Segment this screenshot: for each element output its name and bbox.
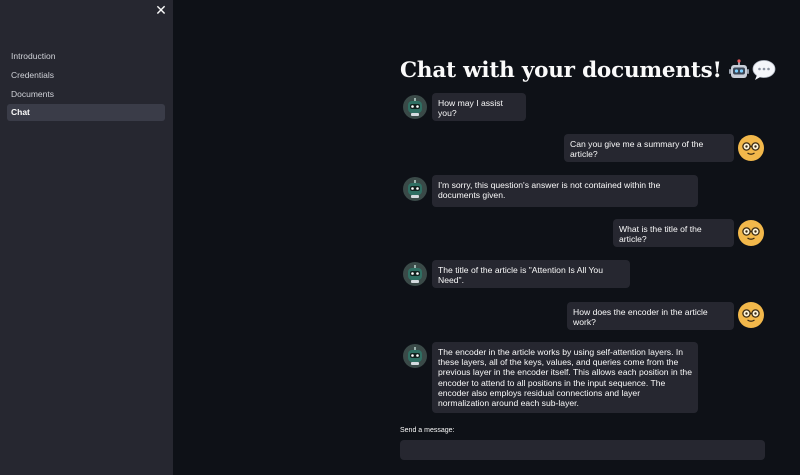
chat-message-text: Can you give me a summary of the article… bbox=[570, 139, 704, 160]
chat-input-label: Send a message: bbox=[400, 427, 455, 434]
chat-message-text: What is the title of the article? bbox=[619, 224, 702, 245]
chat-bubble: How does the encoder in the article work… bbox=[567, 302, 734, 330]
speech-bubble-icon bbox=[752, 60, 776, 80]
sidebar-item-credentials[interactable]: Credentials bbox=[7, 67, 165, 84]
main-content: Chat with your documents! How may I assi… bbox=[173, 0, 800, 475]
sidebar-nav: Introduction Credentials Documents Chat bbox=[7, 48, 165, 123]
chat-bubble: Can you give me a summary of the article… bbox=[564, 134, 734, 162]
robot-icon bbox=[728, 59, 749, 78]
sidebar-item-documents[interactable]: Documents bbox=[7, 86, 165, 103]
chat-message-text: How may I assist you? bbox=[438, 98, 503, 119]
user-avatar-icon bbox=[738, 135, 764, 161]
user-avatar-icon bbox=[738, 302, 764, 328]
chat-bubble: I'm sorry, this question's answer is not… bbox=[432, 175, 698, 207]
bot-avatar-icon bbox=[403, 177, 427, 201]
bot-avatar-icon bbox=[403, 344, 427, 368]
page-title: Chat with your documents! bbox=[400, 57, 722, 83]
chat-message-text: I'm sorry, this question's answer is not… bbox=[438, 180, 661, 201]
bot-avatar-icon bbox=[403, 262, 427, 286]
chat-message-text: The title of the article is "Attention I… bbox=[438, 265, 603, 286]
chat-input[interactable] bbox=[400, 440, 765, 460]
chat-message-text: The encoder in the article works by usin… bbox=[438, 347, 692, 409]
page-header: Chat with your documents! bbox=[400, 54, 776, 86]
chat-bubble: The title of the article is "Attention I… bbox=[432, 260, 630, 288]
title-emoji bbox=[728, 59, 776, 81]
chat-bubble: How may I assist you? bbox=[432, 93, 526, 121]
sidebar-item-introduction[interactable]: Introduction bbox=[7, 48, 165, 65]
chat-bubble: The encoder in the article works by usin… bbox=[432, 342, 698, 413]
bot-avatar-icon bbox=[403, 95, 427, 119]
app-window: ✕ Introduction Credentials Documents Cha… bbox=[0, 0, 800, 475]
user-avatar-icon bbox=[738, 220, 764, 246]
chat-bubble: What is the title of the article? bbox=[613, 219, 734, 247]
chat-message-text: How does the encoder in the article work… bbox=[573, 307, 708, 328]
sidebar-item-chat[interactable]: Chat bbox=[7, 104, 165, 122]
sidebar: ✕ Introduction Credentials Documents Cha… bbox=[0, 0, 173, 475]
close-icon[interactable]: ✕ bbox=[153, 2, 169, 18]
